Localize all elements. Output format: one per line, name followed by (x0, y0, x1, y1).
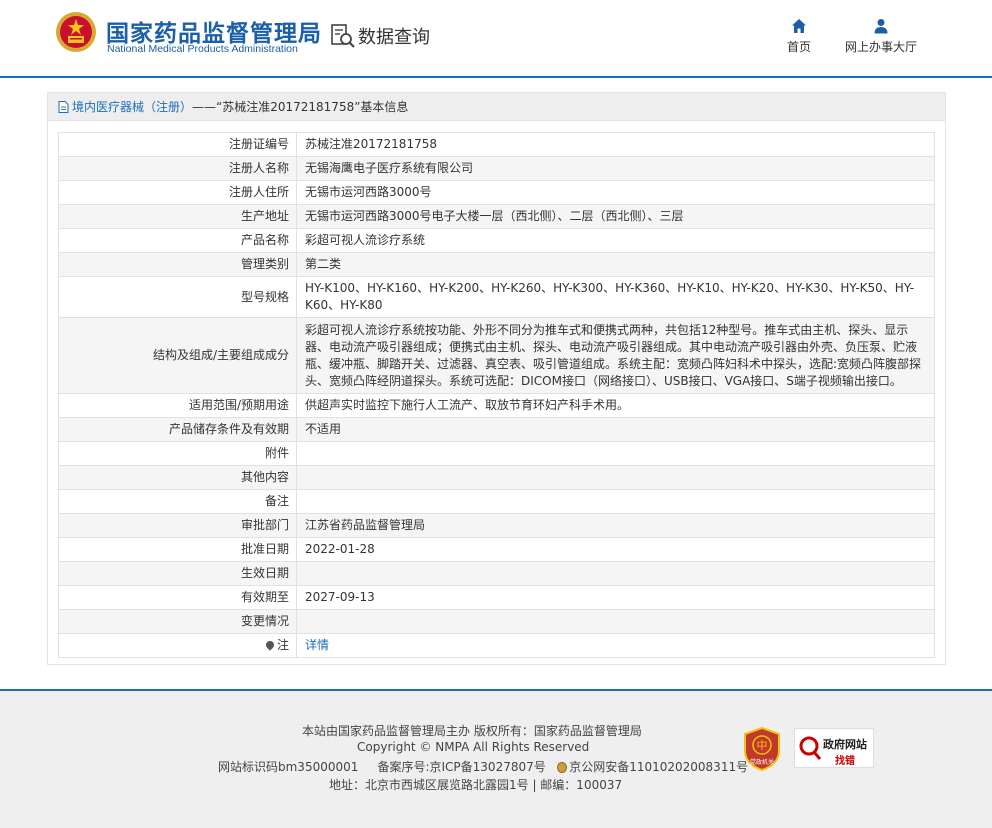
gov-site-label: 政府网站 (823, 738, 867, 751)
field-value: 无锡市运河西路3000号 (296, 180, 935, 205)
note-label: 注 (276, 638, 289, 652)
field-value: 无锡市运河西路3000号电子大楼一层（西北侧）、二层（西北侧）、三层 (296, 204, 935, 229)
nav-home-label: 首页 (786, 40, 811, 54)
breadcrumb-category-link[interactable]: 境内医疗器械（注册） (72, 98, 192, 115)
find-error-label: 找错 (835, 756, 855, 767)
table-row: 附件 (58, 441, 935, 466)
field-label: 其他内容 (58, 465, 297, 490)
badge-red-text: 党政机关 (750, 758, 774, 766)
user-icon (874, 19, 888, 34)
field-label: 审批部门 (58, 513, 297, 538)
field-label: 管理类别 (58, 252, 297, 277)
footer-sponsor: 本站由国家药品监督管理局主办 版权所有：国家药品监督管理局 (302, 724, 642, 738)
breadcrumb-title: “苏械注准20172181758”基本信息 (216, 100, 409, 114)
field-value: 苏械注准20172181758 (296, 132, 935, 157)
breadcrumb: 境内医疗器械（注册） —— “苏械注准20172181758”基本信息 (48, 93, 945, 121)
icp-link[interactable]: 备案序号:京ICP备13027807号 (377, 760, 545, 774)
record-table: 注册证编号 苏械注准20172181758 注册人名称 无锡海鹰电子医疗系统有限公司… (58, 132, 935, 658)
field-label: 有效期至 (58, 585, 297, 610)
field-value: HY-K100、HY-K160、HY-K200、HY-K260、HY-K300、… (296, 276, 935, 318)
table-row: 注 详情 (58, 633, 935, 658)
field-value: 第二类 (296, 252, 935, 277)
footer-copyright: Copyright © NMPA All Rights Reserved (357, 740, 590, 754)
police-record-link[interactable]: 京公网安备11010202008311号 (569, 760, 748, 774)
field-value: 无锡海鹰电子医疗系统有限公司 (296, 156, 935, 181)
table-row: 结构及组成/主要组成成分 彩超可视人流诊疗系统按功能、外形不同分为推车式和便携式两… (58, 317, 935, 394)
field-value (296, 441, 935, 466)
note-label-cell: 注 (58, 633, 297, 658)
table-row: 生产地址 无锡市运河西路3000号电子大楼一层（西北侧）、二层（西北侧）、三层 (58, 204, 935, 229)
nav-home[interactable]: 首页 (782, 18, 816, 55)
table-row: 审批部门 江苏省药品监督管理局 (58, 513, 935, 538)
field-label: 产品储存条件及有效期 (58, 417, 297, 442)
details-link[interactable]: 详情 (305, 638, 329, 652)
nav-online-hall[interactable]: 网上办事大厅 (842, 18, 920, 55)
header-divider (0, 76, 992, 78)
party-government-badge[interactable]: 中 党政机关 (742, 727, 782, 771)
police-badge-icon (557, 762, 568, 773)
field-label: 结构及组成/主要组成成分 (58, 317, 297, 394)
site-id: 网站标识码bm35000001 (218, 760, 359, 774)
field-label: 注册人住所 (58, 180, 297, 205)
field-value: 2027-09-13 (296, 585, 935, 610)
table-row: 注册人住所 无锡市运河西路3000号 (58, 180, 935, 205)
table-row: 备注 (58, 489, 935, 514)
table-row: 适用范围/预期用途 供超声实时监控下施行人工流产、取放节育环妇产科手术用。 (58, 393, 935, 418)
field-label: 变更情况 (58, 609, 297, 634)
footer-address: 地址：北京市西城区展览路北露园1号 | 邮编：100037 (329, 778, 623, 792)
field-label: 型号规格 (58, 276, 297, 318)
table-row: 注册证编号 苏械注准20172181758 (58, 132, 935, 157)
field-value: 供超声实时监控下施行人工流产、取放节育环妇产科手术用。 (296, 393, 935, 418)
national-emblem-icon (56, 12, 96, 52)
field-value (296, 609, 935, 634)
field-label: 生产地址 (58, 204, 297, 229)
site-header: 国家药品监督管理局 National Medical Products Admi… (0, 0, 992, 76)
footer-registration: 网站标识码bm35000001 备案序号:京ICP备13027807号 京公网安… (218, 758, 748, 775)
svg-text:中: 中 (757, 739, 768, 752)
site-subtitle: National Medical Products Administration (107, 43, 298, 55)
field-label: 注册人名称 (58, 156, 297, 181)
data-query-label: 数据查询 (358, 27, 430, 48)
table-row: 其他内容 (58, 465, 935, 490)
table-row: 产品名称 彩超可视人流诊疗系统 (58, 228, 935, 253)
field-label: 产品名称 (58, 228, 297, 253)
field-label: 备注 (58, 489, 297, 514)
document-icon (58, 100, 69, 113)
field-value: 2022-01-28 (296, 537, 935, 562)
table-row: 注册人名称 无锡海鹰电子医疗系统有限公司 (58, 156, 935, 181)
table-row: 有效期至 2027-09-13 (58, 585, 935, 610)
gov-site-error-report-badge[interactable]: 政府网站 找错 (794, 728, 874, 768)
table-row: 产品储存条件及有效期 不适用 (58, 417, 935, 442)
field-value: 不适用 (296, 417, 935, 442)
field-label: 附件 (58, 441, 297, 466)
field-value (296, 489, 935, 514)
field-value: 彩超可视人流诊疗系统 (296, 228, 935, 253)
pin-icon (264, 638, 276, 651)
field-label: 批准日期 (58, 537, 297, 562)
field-label: 适用范围/预期用途 (58, 393, 297, 418)
search-document-icon (331, 24, 355, 48)
field-label: 生效日期 (58, 561, 297, 586)
table-row: 变更情况 (58, 609, 935, 634)
table-row: 管理类别 第二类 (58, 252, 935, 277)
table-row: 生效日期 (58, 561, 935, 586)
error-report-icon (799, 736, 821, 760)
breadcrumb-separator: —— (192, 99, 217, 114)
detail-panel: 境内医疗器械（注册） —— “苏械注准20172181758”基本信息 注册证编… (47, 92, 946, 665)
site-footer: 本站由国家药品监督管理局主办 版权所有：国家药品监督管理局 Copyright … (0, 691, 992, 828)
note-value-cell: 详情 (296, 633, 935, 658)
data-query-link[interactable]: 数据查询 (330, 22, 430, 50)
field-value: 彩超可视人流诊疗系统按功能、外形不同分为推车式和便携式两种，共包括12种型号。推… (296, 317, 935, 394)
table-row: 批准日期 2022-01-28 (58, 537, 935, 562)
nav-online-hall-label: 网上办事大厅 (844, 40, 917, 54)
home-icon (792, 19, 806, 33)
field-value: 江苏省药品监督管理局 (296, 513, 935, 538)
field-value (296, 561, 935, 586)
field-label: 注册证编号 (58, 132, 297, 157)
field-value (296, 465, 935, 490)
table-row: 型号规格 HY-K100、HY-K160、HY-K200、HY-K260、HY-K… (58, 276, 935, 318)
